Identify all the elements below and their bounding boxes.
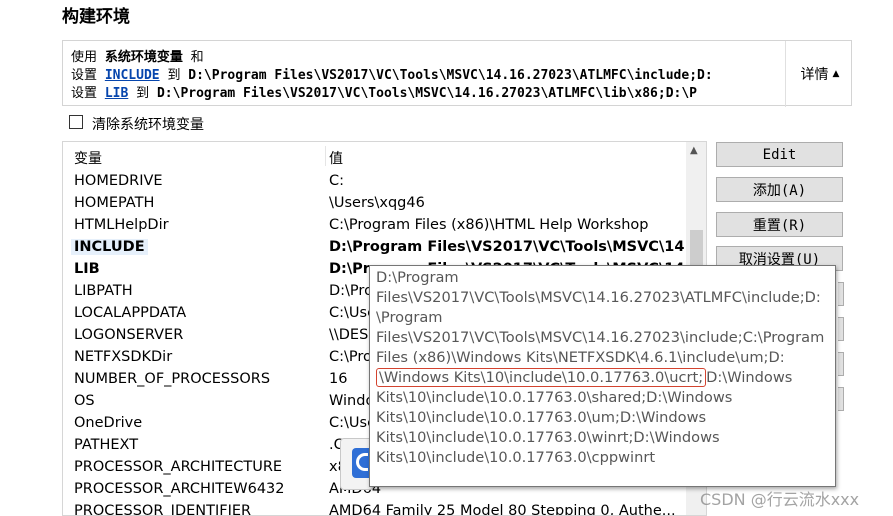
tooltip-line: D:\Program: [376, 269, 459, 286]
section-title: 构建环境: [62, 7, 130, 27]
tooltip-line: Files\VS2017\VC\Tools\MSVC\14.16.27023\i…: [376, 329, 825, 346]
variable-name: PROCESSOR_ARCHITEW6432: [74, 481, 285, 497]
details-toggle-button[interactable]: 详情 ▲: [785, 41, 854, 107]
tooltip-lines: Kits\10\include\10.0.17763.0\shared;D:\W…: [376, 388, 835, 468]
variable-name: PROCESSOR_ARCHITECTURE: [74, 459, 283, 475]
column-header-name[interactable]: 变量: [74, 148, 102, 168]
hidden-button-edge: [838, 387, 844, 411]
clear-env-checkbox[interactable]: [69, 115, 83, 129]
include-value-tooltip: D:\Program Files\VS2017\VC\Tools\MSVC\14.…: [369, 265, 836, 487]
variable-name: LIB: [74, 261, 100, 277]
chevron-up-icon: ▲: [832, 69, 840, 79]
variable-value: \Users\xqg46: [329, 195, 425, 211]
tooltip-line: Files\VS2017\VC\Tools\MSVC\14.16.27023\A…: [376, 289, 821, 306]
variable-name: HOMEDRIVE: [74, 173, 163, 189]
details-label: 详情: [800, 67, 829, 83]
column-divider[interactable]: [325, 146, 326, 166]
tooltip-line: Files (x86)\Windows Kits\NETFXSDK\4.6.1\…: [376, 349, 785, 366]
edit-button[interactable]: Edit: [716, 142, 843, 167]
variable-name: LOCALAPPDATA: [74, 305, 187, 321]
hidden-button-edge: [838, 282, 844, 306]
variable-value: D:\Program Files\VS2017\VC\Tools\MSVC\14…: [329, 239, 685, 255]
tooltip-line: Kits\10\include\10.0.17763.0\winrt;D:\Wi…: [376, 429, 720, 446]
tooltip-line: Kits\10\include\10.0.17763.0\um;D:\Windo…: [376, 409, 707, 426]
summary-line-include: 设置 INCLUDE 到 D:\Program Files\VS2017\VC\…: [71, 68, 713, 83]
variable-value: C:: [329, 173, 345, 189]
variable-name: NUMBER_OF_PROCESSORS: [74, 371, 271, 387]
tooltip-highlight-line: \Windows Kits\10\include\10.0.17763.0\uc…: [376, 368, 835, 388]
variable-name: OS: [74, 393, 95, 409]
tooltip-line: \Program: [376, 309, 443, 326]
watermark: CSDN @行云流水xxx: [700, 490, 860, 509]
hidden-button-edge: [838, 317, 844, 341]
clear-env-label[interactable]: 清除系统环境变量: [92, 114, 204, 134]
variable-value: C:\Program Files (x86)\HTML Help Worksho…: [329, 217, 649, 233]
tooltip-lines: D:\Program Files\VS2017\VC\Tools\MSVC\14.…: [376, 268, 835, 368]
add-button[interactable]: 添加(A): [716, 177, 843, 202]
table-row[interactable]: PROCESSOR_IDENTIFIER AMD64 Family 25 Mode…: [63, 501, 685, 516]
lib-link[interactable]: LIB: [105, 86, 128, 101]
variable-name: PATHEXT: [74, 437, 139, 453]
tooltip-line: Kits\10\include\10.0.17763.0\shared;D:\W…: [376, 389, 733, 406]
variable-name: LOGONSERVER: [74, 327, 184, 343]
env-summary-panel: 使用 系统环境变量 和 设置 INCLUDE 到 D:\Program File…: [62, 40, 854, 107]
variable-name: LIBPATH: [74, 283, 133, 299]
variable-name: PROCESSOR_IDENTIFIER: [74, 503, 252, 516]
include-link[interactable]: INCLUDE: [105, 68, 160, 83]
column-header-value[interactable]: 值: [329, 148, 343, 168]
table-row[interactable]: HTMLHelpDir C:\Program Files (x86)\HTML H…: [63, 215, 685, 237]
variable-name: OneDrive: [74, 415, 143, 431]
table-row[interactable]: HOMEPATH \Users\xqg46: [63, 193, 685, 215]
summary-line-1: 使用 系统环境变量 和: [71, 50, 204, 65]
variable-name: INCLUDE: [71, 239, 148, 255]
c-logo-icon: [356, 453, 368, 471]
variable-name: HTMLHelpDir: [74, 217, 169, 233]
highlighted-ucrt-path: \Windows Kits\10\include\10.0.17763.0\uc…: [376, 368, 707, 387]
reset-button[interactable]: 重置(R): [716, 212, 843, 237]
table-row[interactable]: HOMEDRIVE C:: [63, 171, 685, 193]
variable-name: HOMEPATH: [74, 195, 155, 211]
table-row[interactable]: INCLUDE D:\Program Files\VS2017\VC\Tools\…: [63, 237, 685, 259]
variable-name: NETFXSDKDir: [74, 349, 173, 365]
hidden-button-edge: [838, 352, 844, 376]
table-header: 变量 值: [63, 142, 685, 170]
variable-value: AMD64 Family 25 Model 80 Stepping 0, Aut…: [329, 503, 676, 516]
app-icon[interactable]: [352, 448, 370, 478]
scroll-up-arrow-icon[interactable]: ▲: [690, 145, 698, 156]
tooltip-line: Kits\10\include\10.0.17763.0\cppwinrt: [376, 449, 656, 466]
summary-line-lib: 设置 LIB 到 D:\Program Files\VS2017\VC\Tool…: [71, 86, 698, 101]
summary-system-env: 系统环境变量: [104, 50, 183, 65]
